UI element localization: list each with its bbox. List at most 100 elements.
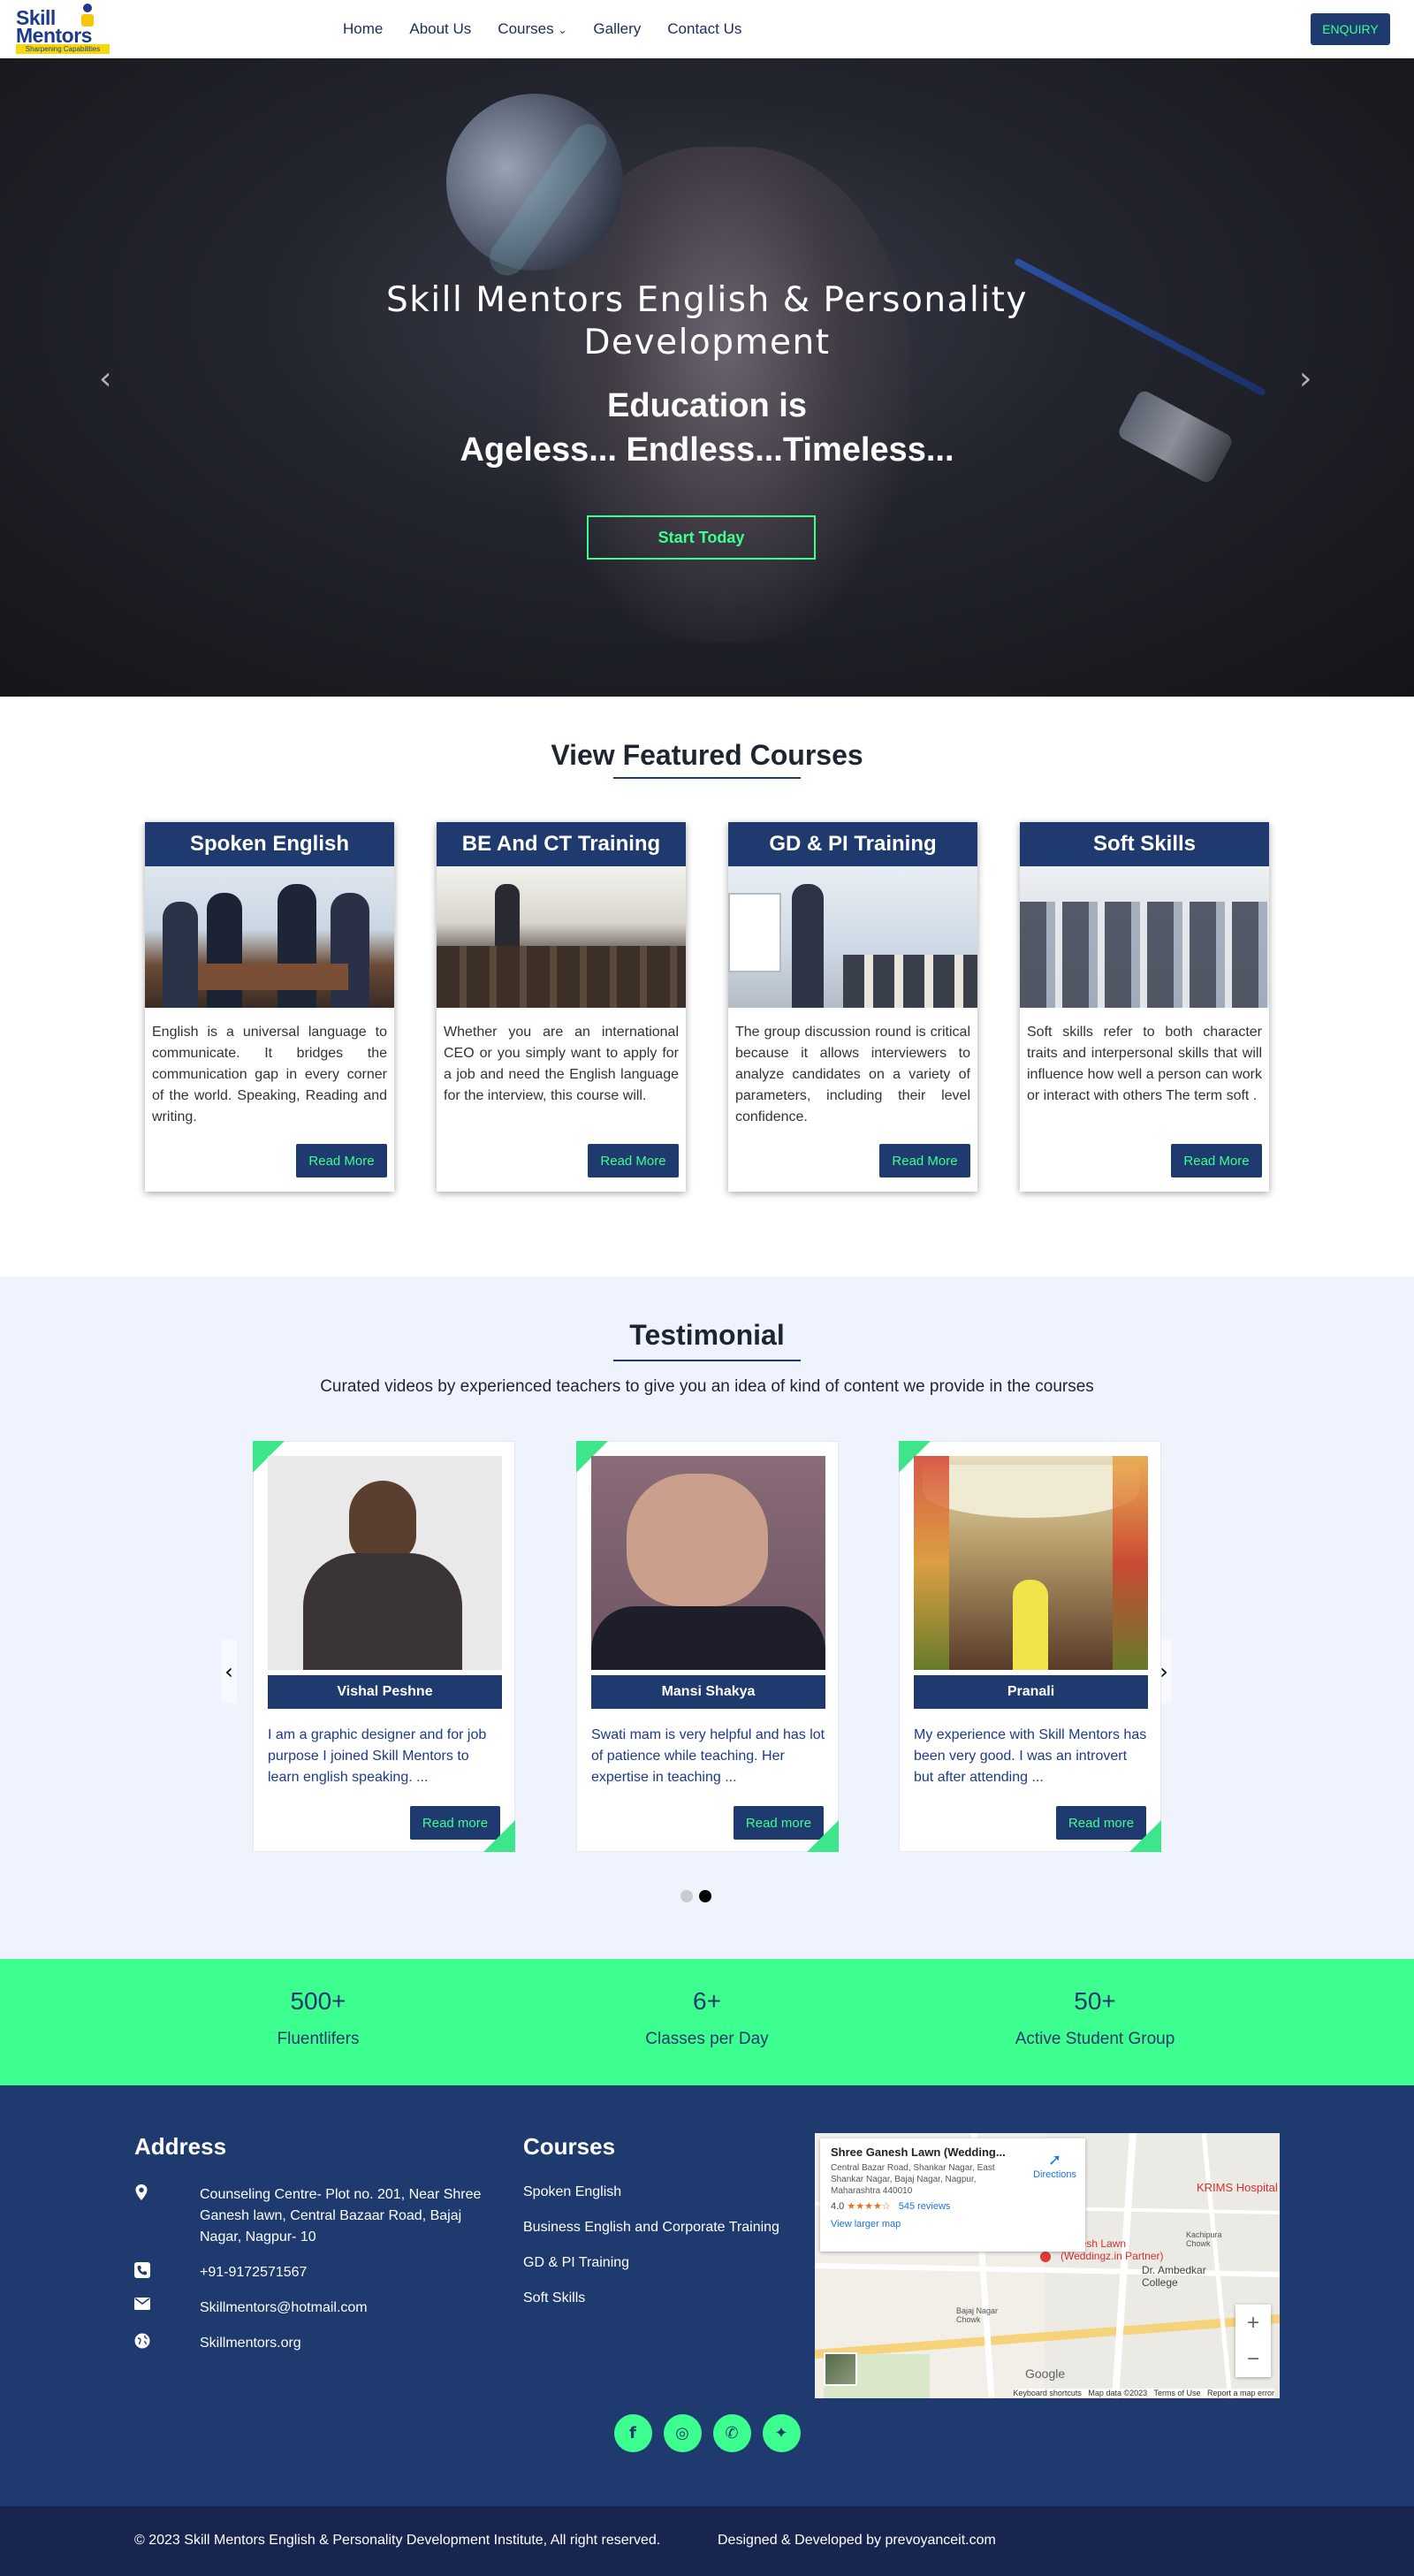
- course-card-spoken-english: Spoken English English is a universal la…: [145, 822, 394, 1192]
- footer-course-link-spoken-english[interactable]: Spoken English: [523, 2184, 621, 2200]
- course-title: Soft Skills: [1020, 822, 1269, 866]
- map-google-logo: Google: [1025, 2366, 1066, 2381]
- nav-contact-us[interactable]: Contact Us: [667, 20, 741, 38]
- footer: Address Counseling Centre- Plot no. 201,…: [0, 2085, 1414, 2506]
- enquiry-button[interactable]: ENQUIRY: [1311, 13, 1390, 45]
- email-text: Skillmentors@hotmail.com: [200, 2300, 368, 2315]
- map-larger-map-link[interactable]: View larger map: [831, 2219, 1075, 2229]
- twitter-icon[interactable]: ✦: [762, 2414, 801, 2452]
- address-row: Counseling Centre- Plot no. 201, Near Sh…: [134, 2184, 506, 2248]
- envelope-icon: [134, 2298, 150, 2313]
- map-place-address: Central Bazar Road, Shankar Nagar, East …: [831, 2163, 995, 2196]
- address-heading: Address: [134, 2133, 227, 2160]
- testimonial-name: Mansi Shakya: [591, 1675, 825, 1709]
- phone-row[interactable]: +91-9172571567: [134, 2262, 506, 2283]
- stat-value: 6+: [693, 1987, 721, 2015]
- logo-text-line2: Mentors: [16, 24, 92, 47]
- stat-label: Classes per Day: [645, 2030, 769, 2048]
- read-more-button[interactable]: Read More: [588, 1144, 679, 1177]
- map-zoom-in-button[interactable]: +: [1235, 2305, 1271, 2341]
- read-more-button[interactable]: Read More: [1171, 1144, 1262, 1177]
- testimonial-name: Pranali: [914, 1675, 1148, 1709]
- designed-by-text[interactable]: Designed & Developed by prevoyanceit.com: [718, 2533, 996, 2549]
- map-attribution: Keyboard shortcuts Map data ©2023 Terms …: [1013, 2389, 1274, 2397]
- globe-icon: [134, 2333, 150, 2349]
- footer-course-link-soft-skills[interactable]: Soft Skills: [523, 2290, 585, 2306]
- second-microphone-image: [1115, 388, 1235, 485]
- site-logo[interactable]: Skill Mentors Sharpening Capabilities: [16, 4, 113, 54]
- map-label-krims: KRIMS Hospital: [1197, 2181, 1278, 2194]
- logo-tagline: Sharpening Capabilities: [16, 44, 110, 54]
- phone-text: +91-9172571567: [200, 2265, 308, 2280]
- hero-prev-arrow[interactable]: ‹: [99, 361, 111, 397]
- testimonial-card: Mansi Shakya Swati mam is very helpful a…: [576, 1441, 839, 1852]
- start-today-button[interactable]: Start Today: [587, 515, 816, 560]
- stat-value: 500+: [290, 1987, 346, 2015]
- hero-next-arrow[interactable]: ›: [1299, 361, 1311, 397]
- featured-title-underline: [613, 777, 801, 779]
- map-rating: 4.0: [831, 2201, 845, 2212]
- stat-classes-per-day: 6+ Classes per Day: [574, 1984, 840, 2049]
- map-directions-link[interactable]: ➚ Directions: [1033, 2151, 1076, 2180]
- whatsapp-icon[interactable]: ✆: [712, 2414, 751, 2452]
- website-row[interactable]: Skillmentors.org: [134, 2333, 506, 2354]
- testimonial-photo: [268, 1456, 502, 1670]
- footer-course-link-gd-pi[interactable]: GD & PI Training: [523, 2255, 629, 2271]
- courses-heading: Courses: [523, 2133, 616, 2160]
- hero-slider: ‹ › Skill Mentors English & Personality …: [0, 58, 1414, 697]
- address-text: Counseling Centre- Plot no. 201, Near Sh…: [200, 2187, 482, 2244]
- carousel-dot-1[interactable]: [680, 1890, 693, 1902]
- corner-accent: [807, 1820, 839, 1852]
- testimonial-name: Vishal Peshne: [268, 1675, 502, 1709]
- stat-active-student-group: 50+ Active Student Group: [962, 1984, 1228, 2049]
- course-image: [145, 866, 394, 1008]
- course-description: The group discussion round is critical b…: [735, 1025, 970, 1124]
- map-layer-thumbnail[interactable]: [824, 2352, 857, 2386]
- stat-fluentlifers: 500+ Fluentlifers: [186, 1984, 451, 2049]
- hero-title: Skill Mentors English & Personality Deve…: [385, 280, 1029, 362]
- nav-home[interactable]: Home: [343, 20, 383, 38]
- nav-courses-label: Courses: [498, 20, 554, 37]
- testimonial-card: Pranali My experience with Skill Mentors…: [899, 1441, 1161, 1852]
- course-card-be-ct-training: BE And CT Training Whether you are an in…: [437, 822, 686, 1192]
- course-card-gd-pi-training: GD & PI Training The group discussion ro…: [728, 822, 977, 1192]
- map-rating-row: 4.0 ★★★★☆ 545 reviews: [831, 2200, 1075, 2212]
- copyright-bar: © 2023 Skill Mentors English & Personali…: [0, 2506, 1414, 2576]
- directions-icon: ➚: [1048, 2151, 1062, 2168]
- map-label-bajaj: Bajaj Nagar Chowk: [956, 2306, 999, 2324]
- course-image: [437, 866, 686, 1008]
- embedded-map[interactable]: KRIMS Hospital Ganesh Lawn (Weddingz.in …: [815, 2133, 1280, 2398]
- map-info-card: Shree Ganesh Lawn (Wedding... Central Ba…: [820, 2138, 1085, 2252]
- course-title: BE And CT Training: [437, 822, 686, 866]
- map-label-kachipura: Kachipura Chowk: [1186, 2230, 1222, 2248]
- course-image: [1020, 866, 1269, 1008]
- nav-about-us[interactable]: About Us: [409, 20, 471, 38]
- logo-dot: [83, 4, 92, 12]
- course-title: Spoken English: [145, 822, 394, 866]
- email-row[interactable]: Skillmentors@hotmail.com: [134, 2298, 506, 2319]
- course-image: [728, 866, 977, 1008]
- nav-gallery[interactable]: Gallery: [593, 20, 641, 38]
- read-more-button[interactable]: Read More: [879, 1144, 970, 1177]
- map-reviews-link[interactable]: 545 reviews: [899, 2201, 951, 2212]
- navbar: Skill Mentors Sharpening Capabilities Ho…: [0, 0, 1414, 58]
- testimonial-prev-arrow[interactable]: ‹: [221, 1640, 237, 1703]
- footer-course-link-business-english[interactable]: Business English and Corporate Training: [523, 2220, 779, 2236]
- course-description: English is a universal language to commu…: [152, 1025, 387, 1124]
- read-more-button[interactable]: Read More: [296, 1144, 387, 1177]
- copyright-text: © 2023 Skill Mentors English & Personali…: [134, 2533, 661, 2548]
- facebook-icon[interactable]: f: [613, 2414, 652, 2452]
- stats-bar: 500+ Fluentlifers 6+ Classes per Day 50+…: [0, 1959, 1414, 2085]
- testimonial-text: I am a graphic designer and for job purp…: [268, 1727, 487, 1785]
- nav-courses[interactable]: Courses ⌄: [498, 20, 566, 38]
- corner-accent: [1129, 1820, 1161, 1852]
- social-links: f ◎ ✆ ✦: [0, 2414, 1414, 2452]
- carousel-dot-2-active[interactable]: [699, 1890, 711, 1902]
- map-directions-label: Directions: [1033, 2169, 1076, 2180]
- instagram-icon[interactable]: ◎: [663, 2414, 702, 2452]
- hero-subtitle-line1: Education is: [607, 387, 807, 424]
- featured-courses-title: View Featured Courses: [551, 739, 863, 771]
- stat-value: 50+: [1074, 1987, 1116, 2015]
- testimonial-text: Swati mam is very helpful and has lot of…: [591, 1727, 825, 1785]
- map-zoom-out-button[interactable]: −: [1235, 2341, 1271, 2377]
